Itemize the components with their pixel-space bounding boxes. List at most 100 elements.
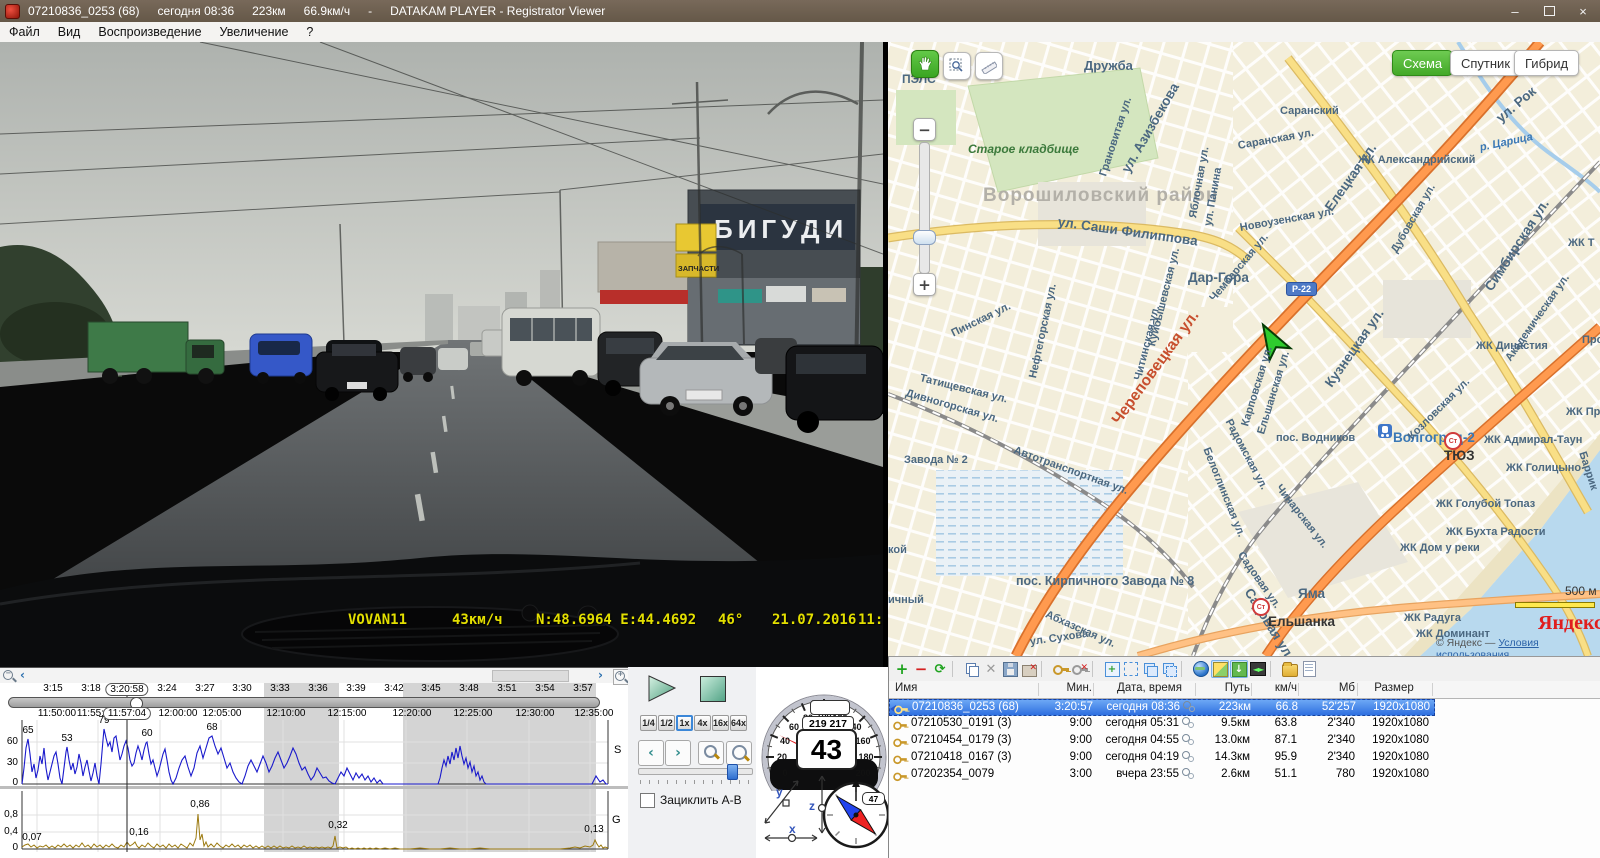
- volume-slider[interactable]: [638, 768, 753, 775]
- col-name[interactable]: Имя: [895, 682, 917, 694]
- g-axis-label: 0,8: [0, 809, 18, 820]
- axis-z-label: z: [809, 799, 815, 813]
- map-zoom-select-tool[interactable]: [943, 52, 971, 80]
- scroll-right-icon[interactable]: ›: [598, 668, 603, 682]
- rate-4x[interactable]: 4x: [694, 715, 711, 731]
- timeline-slider[interactable]: [8, 697, 600, 708]
- scroll-left-icon[interactable]: ‹: [20, 668, 25, 682]
- save-icon[interactable]: [1001, 660, 1019, 678]
- volume-thumb[interactable]: [727, 764, 738, 780]
- remove-icon[interactable]: −: [912, 660, 930, 678]
- add-icon[interactable]: +: [893, 660, 911, 678]
- map-zoom-thumb[interactable]: [913, 230, 936, 245]
- window-stack-copy-icon[interactable]: [1160, 660, 1178, 678]
- refresh-icon[interactable]: ⟳: [931, 660, 949, 678]
- key-icon[interactable]: [1052, 660, 1070, 678]
- col-datetime[interactable]: Дата, время: [1107, 682, 1192, 694]
- map-label: ЖК Радуга: [1404, 612, 1461, 624]
- file-date: вчера 23:55: [1094, 768, 1179, 780]
- next-frame-button[interactable]: ›: [665, 740, 691, 766]
- titlebar[interactable]: 07210836_0253 (68) сегодня 08:36 223км 6…: [0, 0, 1600, 22]
- menu-help[interactable]: ?: [297, 25, 322, 39]
- rate-quarter[interactable]: 1/4: [640, 715, 657, 731]
- window-select-icon[interactable]: [1122, 660, 1140, 678]
- prev-frame-button[interactable]: ‹: [638, 740, 664, 766]
- file-row[interactable]: 07210418_0167 (3) 9:00 сегодня 04:19 14.…: [889, 750, 1600, 767]
- report-icon[interactable]: [1300, 660, 1318, 678]
- map-zoom-in-button[interactable]: +: [913, 273, 936, 296]
- play-button[interactable]: [645, 674, 679, 704]
- folder-open-icon[interactable]: [1281, 660, 1299, 678]
- map-pan-tool[interactable]: [911, 50, 939, 78]
- speed-peak-label: 65: [22, 725, 33, 736]
- scrollbar-thumb[interactable]: [492, 670, 569, 682]
- video-frame[interactable]: БИГУДИ ЗАПЧАСТИ: [0, 42, 883, 667]
- col-path[interactable]: Путь: [1197, 682, 1250, 694]
- file-time-scale[interactable]: 3:15 3:18 3:24 3:27 3:30 3:33 3:36 3:39 …: [0, 683, 628, 697]
- tick-label: 3:48: [459, 683, 478, 694]
- window-stack-icon[interactable]: [1141, 660, 1159, 678]
- col-size-mb[interactable]: Мб: [1299, 682, 1355, 694]
- map-canvas[interactable]: ПЭЛС Дружба Старое кладбище Ворошиловски…: [888, 42, 1600, 656]
- graph-zoom-in-button[interactable]: [726, 741, 752, 765]
- map-type-scheme[interactable]: Схема: [1392, 50, 1453, 76]
- delete-icon[interactable]: ✕: [982, 660, 1000, 678]
- clock-time-scale[interactable]: 11:50:00 11:55:00 12:00:00 12:05:00 12:1…: [0, 708, 628, 721]
- loop-ab-checkbox[interactable]: [640, 793, 655, 808]
- tick-label: 3:36: [308, 683, 327, 694]
- menu-playback[interactable]: Воспроизведение: [89, 25, 210, 39]
- film-icon[interactable]: ◄►: [1249, 660, 1267, 678]
- speed-axis-label: 0: [0, 777, 18, 788]
- files-toolbar: + − ⟳ ✕ ✕ ✕ + ↓ ◄►: [889, 657, 1600, 681]
- map-zoom-out-button[interactable]: −: [913, 118, 936, 141]
- tick-label: 3:33: [270, 683, 289, 694]
- map-type-hybrid[interactable]: Гибрид: [1514, 50, 1579, 76]
- playback-controls: 1/4 1/2 1x 4x 16x 64x ‹ › Зациклить A-B: [628, 667, 756, 858]
- gauge-tick: 0: [782, 768, 787, 778]
- col-minutes[interactable]: Мин.: [1039, 682, 1092, 694]
- video-export-icon[interactable]: ↓: [1230, 660, 1248, 678]
- timeline-zoom-out-icon[interactable]: −: [2, 669, 16, 683]
- file-row[interactable]: 07202354_0079 3:00 вчера 23:55 2.6км 51.…: [889, 767, 1600, 784]
- map-type-satellite[interactable]: Спутник: [1450, 50, 1521, 76]
- window-add-icon[interactable]: +: [1103, 660, 1121, 678]
- close-button[interactable]: ×: [1566, 0, 1600, 22]
- gauge-tick: 20: [777, 752, 787, 762]
- rate-half[interactable]: 1/2: [658, 715, 675, 731]
- map-label: пос. Водников: [1276, 432, 1355, 444]
- col-speed[interactable]: км/ч: [1252, 682, 1297, 694]
- key-delete-icon[interactable]: ✕: [1071, 660, 1089, 678]
- rate-16x[interactable]: 16x: [712, 715, 729, 731]
- map-zoom-track[interactable]: [919, 142, 930, 274]
- tick-label: 3:30: [232, 683, 251, 694]
- minimize-button[interactable]: –: [1498, 0, 1532, 22]
- rate-1x[interactable]: 1x: [676, 715, 693, 731]
- map-label: Про: [1582, 334, 1600, 346]
- table-header[interactable]: Имя Мин. Дата, время Путь км/ч Мб Размер: [889, 681, 1600, 699]
- menu-file[interactable]: Файл: [0, 25, 49, 39]
- col-resolution[interactable]: Размер: [1359, 682, 1429, 694]
- menu-view[interactable]: Вид: [49, 25, 90, 39]
- map-ruler-tool[interactable]: [975, 52, 1003, 80]
- gauges-panel: 0 20 40 60 80 100 120 140 160 180 200 21…: [756, 667, 888, 858]
- graph-zoom-out-button[interactable]: [698, 741, 724, 765]
- google-earth-icon[interactable]: [1192, 660, 1210, 678]
- map-label: Яма: [1298, 586, 1325, 601]
- g-mark-label: 0,07: [22, 832, 41, 843]
- zoom-select-icon: [949, 58, 965, 74]
- map-scale-bar: [1515, 602, 1595, 608]
- file-row-selected[interactable]: 07210836_0253 (68) 3:20:57 сегодня 08:36…: [889, 699, 1435, 716]
- archive-delete-icon[interactable]: ✕: [1020, 660, 1038, 678]
- copy-icon[interactable]: [963, 660, 981, 678]
- timeline-graphs-panel: − ‹ › + 3:15 3:18 3:24 3:27 3:30 3:33 3:…: [0, 667, 628, 858]
- map-label: Саранский: [1280, 105, 1339, 117]
- stop-button[interactable]: [700, 676, 726, 702]
- file-row[interactable]: 07210530_0191 (3) 9:00 сегодня 05:31 9.5…: [889, 716, 1600, 733]
- tick-label: 12:10:00: [267, 708, 306, 719]
- map-label: Завода № 2: [904, 454, 968, 466]
- rate-64x[interactable]: 64x: [730, 715, 747, 731]
- map-export-icon[interactable]: [1211, 660, 1229, 678]
- menu-zoom[interactable]: Увеличение: [211, 25, 298, 39]
- file-row[interactable]: 07210454_0179 (3) 9:00 сегодня 04:55 13.…: [889, 733, 1600, 750]
- restore-button[interactable]: [1532, 0, 1566, 22]
